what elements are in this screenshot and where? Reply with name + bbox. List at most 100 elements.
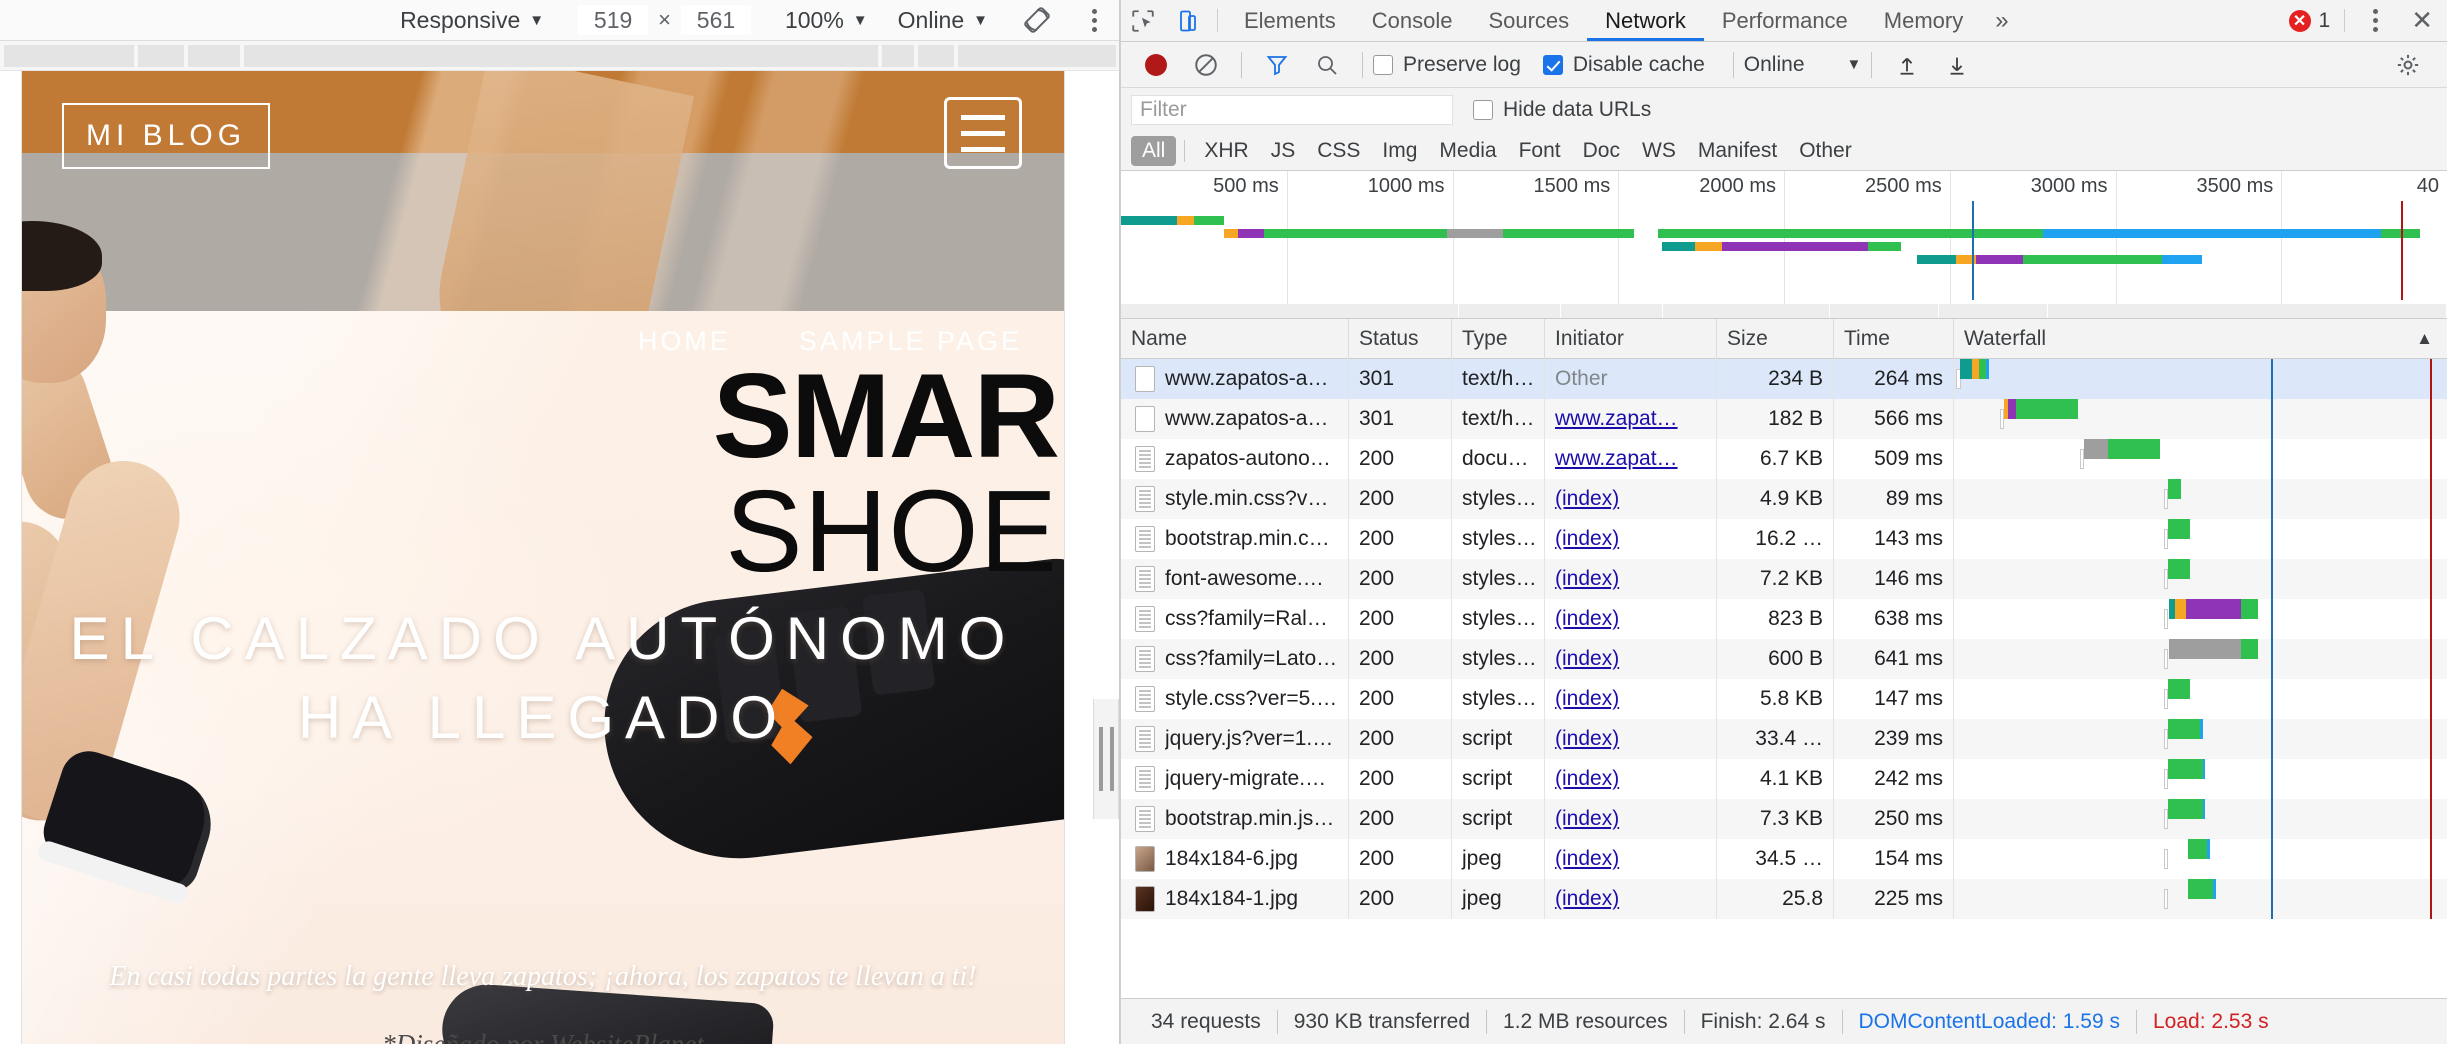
type-filter-media[interactable]: Media <box>1428 136 1507 166</box>
size-text: 16.2 … <box>1755 527 1823 550</box>
overview-request-bar <box>1121 255 2447 264</box>
type-filter-ws[interactable]: WS <box>1631 136 1687 166</box>
tab-elements[interactable]: Elements <box>1226 0 1354 41</box>
table-row[interactable]: css?family=Raleway%3… 200 styles… (index) 82… <box>1121 599 2447 639</box>
cell-initiator: (index) <box>1545 839 1717 879</box>
waterfall-queue-block <box>2163 649 2168 669</box>
column-header-waterfall[interactable]: Waterfall ▲ <box>1954 319 2447 359</box>
tab-memory[interactable]: Memory <box>1866 0 1981 41</box>
status-text: 200 <box>1359 687 1395 710</box>
cell-time: 147 ms <box>1834 679 1954 719</box>
tab-sources[interactable]: Sources <box>1470 0 1587 41</box>
column-header-size[interactable]: Size <box>1717 318 1834 359</box>
cell-waterfall <box>1954 799 2447 839</box>
type-filter-all[interactable]: All <box>1131 135 1177 166</box>
initiator-text: (index) <box>1555 487 1620 510</box>
column-header-status[interactable]: Status <box>1349 318 1452 359</box>
table-row[interactable]: bootstrap.min.css?ver=1.0 200 styles… (inde… <box>1121 519 2447 559</box>
hamburger-menu-icon[interactable] <box>944 97 1022 169</box>
document-icon <box>1135 686 1155 712</box>
cell-status: 200 <box>1349 799 1452 839</box>
export-har-button[interactable] <box>1932 42 1982 88</box>
column-header-initiator[interactable]: Initiator <box>1545 318 1717 359</box>
page-preview-frame[interactable]: MI BLOG HOME SAMPLE PAGE SMAR SHOE EL CA… <box>22 71 1064 1044</box>
type-text: jpeg <box>1462 847 1502 870</box>
more-tabs-button[interactable]: » <box>1981 0 2022 41</box>
cell-initiator: (index) <box>1545 719 1717 759</box>
viewport-resize-handle[interactable] <box>1093 699 1119 819</box>
tab-performance[interactable]: Performance <box>1704 0 1866 41</box>
type-filter-manifest[interactable]: Manifest <box>1687 136 1788 166</box>
table-row[interactable]: font-awesome.min.css?… 200 styles… (index) 7… <box>1121 559 2447 599</box>
tab-network[interactable]: Network <box>1587 0 1704 41</box>
table-row[interactable]: zapatos-autonomos-esp… 200 docu… www.zapat…… <box>1121 439 2447 479</box>
network-settings-button[interactable] <box>2383 42 2433 88</box>
inspect-element-button[interactable] <box>1121 0 1165 41</box>
viewport-width-input[interactable] <box>578 5 649 35</box>
throttling-dropdown[interactable]: Online ▼ <box>1744 53 1862 77</box>
table-row[interactable]: 184x184-1.jpg 200 jpeg (index) 25.8 225 ms <box>1121 879 2447 919</box>
preserve-log-checkbox[interactable]: Preserve log <box>1373 53 1521 77</box>
chevron-double-right-icon: » <box>1995 6 2009 34</box>
column-header-time[interactable]: Time <box>1834 318 1954 359</box>
devtools-more-tools-button[interactable] <box>2353 0 2397 41</box>
table-row[interactable]: jquery-migrate.min.js?ve… 200 script (index… <box>1121 759 2447 799</box>
type-filter-font[interactable]: Font <box>1508 136 1572 166</box>
waterfall-segment <box>2241 639 2258 659</box>
type-filter-other[interactable]: Other <box>1788 136 1863 166</box>
import-har-button[interactable] <box>1882 42 1932 88</box>
more-tools-icon <box>2372 9 2378 32</box>
table-row[interactable]: 184x184-6.jpg 200 jpeg (index) 34.5 … 154 ms <box>1121 839 2447 879</box>
tab-label: Sources <box>1488 7 1570 33</box>
column-header-name[interactable]: Name <box>1121 318 1349 359</box>
search-button[interactable] <box>1302 42 1352 88</box>
load-event-marker <box>2400 201 2403 300</box>
site-logo[interactable]: MI BLOG <box>62 103 271 169</box>
cell-name: css?family=Raleway%3… <box>1121 599 1349 639</box>
column-header-type[interactable]: Type <box>1452 318 1545 359</box>
close-devtools-button[interactable]: ✕ <box>2397 0 2447 41</box>
type-filter-xhr[interactable]: XHR <box>1193 136 1259 166</box>
error-count-badge[interactable]: ✕ 1 <box>2288 0 2337 41</box>
time-text: 89 ms <box>1885 487 1943 510</box>
overview-scrollbar[interactable] <box>1121 304 2447 318</box>
waterfall-segment <box>2206 839 2210 859</box>
table-row[interactable]: style.min.css?ver=5.2.3 200 styles… (index)… <box>1121 479 2447 519</box>
device-selector[interactable]: Responsive ▼ <box>400 7 544 34</box>
type-filter-img[interactable]: Img <box>1371 136 1428 166</box>
network-overview-timeline[interactable]: 500 ms 1000 ms 1500 ms 2000 ms 2500 ms 3000 m… <box>1121 171 2447 319</box>
viewport-height-input[interactable] <box>680 5 751 35</box>
type-filter-doc[interactable]: Doc <box>1572 136 1631 166</box>
network-request-list[interactable]: www.zapatos-autonomo… 301 text/h… Other 234 … <box>1121 359 2447 998</box>
hide-data-urls-checkbox[interactable]: Hide data URLs <box>1473 98 1651 122</box>
initiator-text: (index) <box>1555 727 1620 750</box>
table-row[interactable]: style.css?ver=5.2.3 200 styles… (index) 5.8 … <box>1121 679 2447 719</box>
record-button[interactable] <box>1131 42 1181 88</box>
cell-status: 200 <box>1349 559 1452 599</box>
toggle-device-toolbar-button[interactable] <box>1165 0 1209 41</box>
waterfall-dcl-line <box>2270 719 2273 759</box>
filter-toggle-button[interactable] <box>1252 42 1302 88</box>
table-row[interactable]: css?family=Lato%3A40… 200 styles… (index) 60… <box>1121 639 2447 679</box>
cell-name: zapatos-autonomos-esp… <box>1121 439 1349 479</box>
table-row[interactable]: www.zapatos-autonomo… 301 text/h… www.zapat… <box>1121 399 2447 439</box>
size-text: 4.9 KB <box>1759 487 1823 510</box>
device-more-options-button[interactable] <box>1092 8 1097 32</box>
error-count-label: 1 <box>2318 8 2331 32</box>
disable-cache-checkbox[interactable]: Disable cache <box>1542 53 1705 77</box>
waterfall-segment <box>2016 399 2078 419</box>
hide-data-urls-label: Hide data URLs <box>1503 97 1652 121</box>
checkbox-box <box>1473 99 1493 120</box>
zoom-selector[interactable]: 100% ▼ <box>785 7 868 34</box>
type-filter-css[interactable]: CSS <box>1306 136 1371 166</box>
table-row[interactable]: bootstrap.min.js?ver=3.0.0 200 script (inde… <box>1121 799 2447 839</box>
cell-status: 200 <box>1349 839 1452 879</box>
table-row[interactable]: www.zapatos-autonomo… 301 text/h… Other 234 … <box>1121 359 2447 399</box>
clear-network-log-button[interactable] <box>1181 42 1231 88</box>
tab-console[interactable]: Console <box>1354 0 1471 41</box>
network-throttle-selector[interactable]: Online ▼ <box>898 7 988 34</box>
type-filter-js[interactable]: JS <box>1260 136 1307 166</box>
rotate-device-button[interactable] <box>1022 5 1052 35</box>
table-row[interactable]: jquery.js?ver=1.12.4-wp 200 script (index) 3… <box>1121 719 2447 759</box>
filter-input[interactable] <box>1131 94 1453 125</box>
